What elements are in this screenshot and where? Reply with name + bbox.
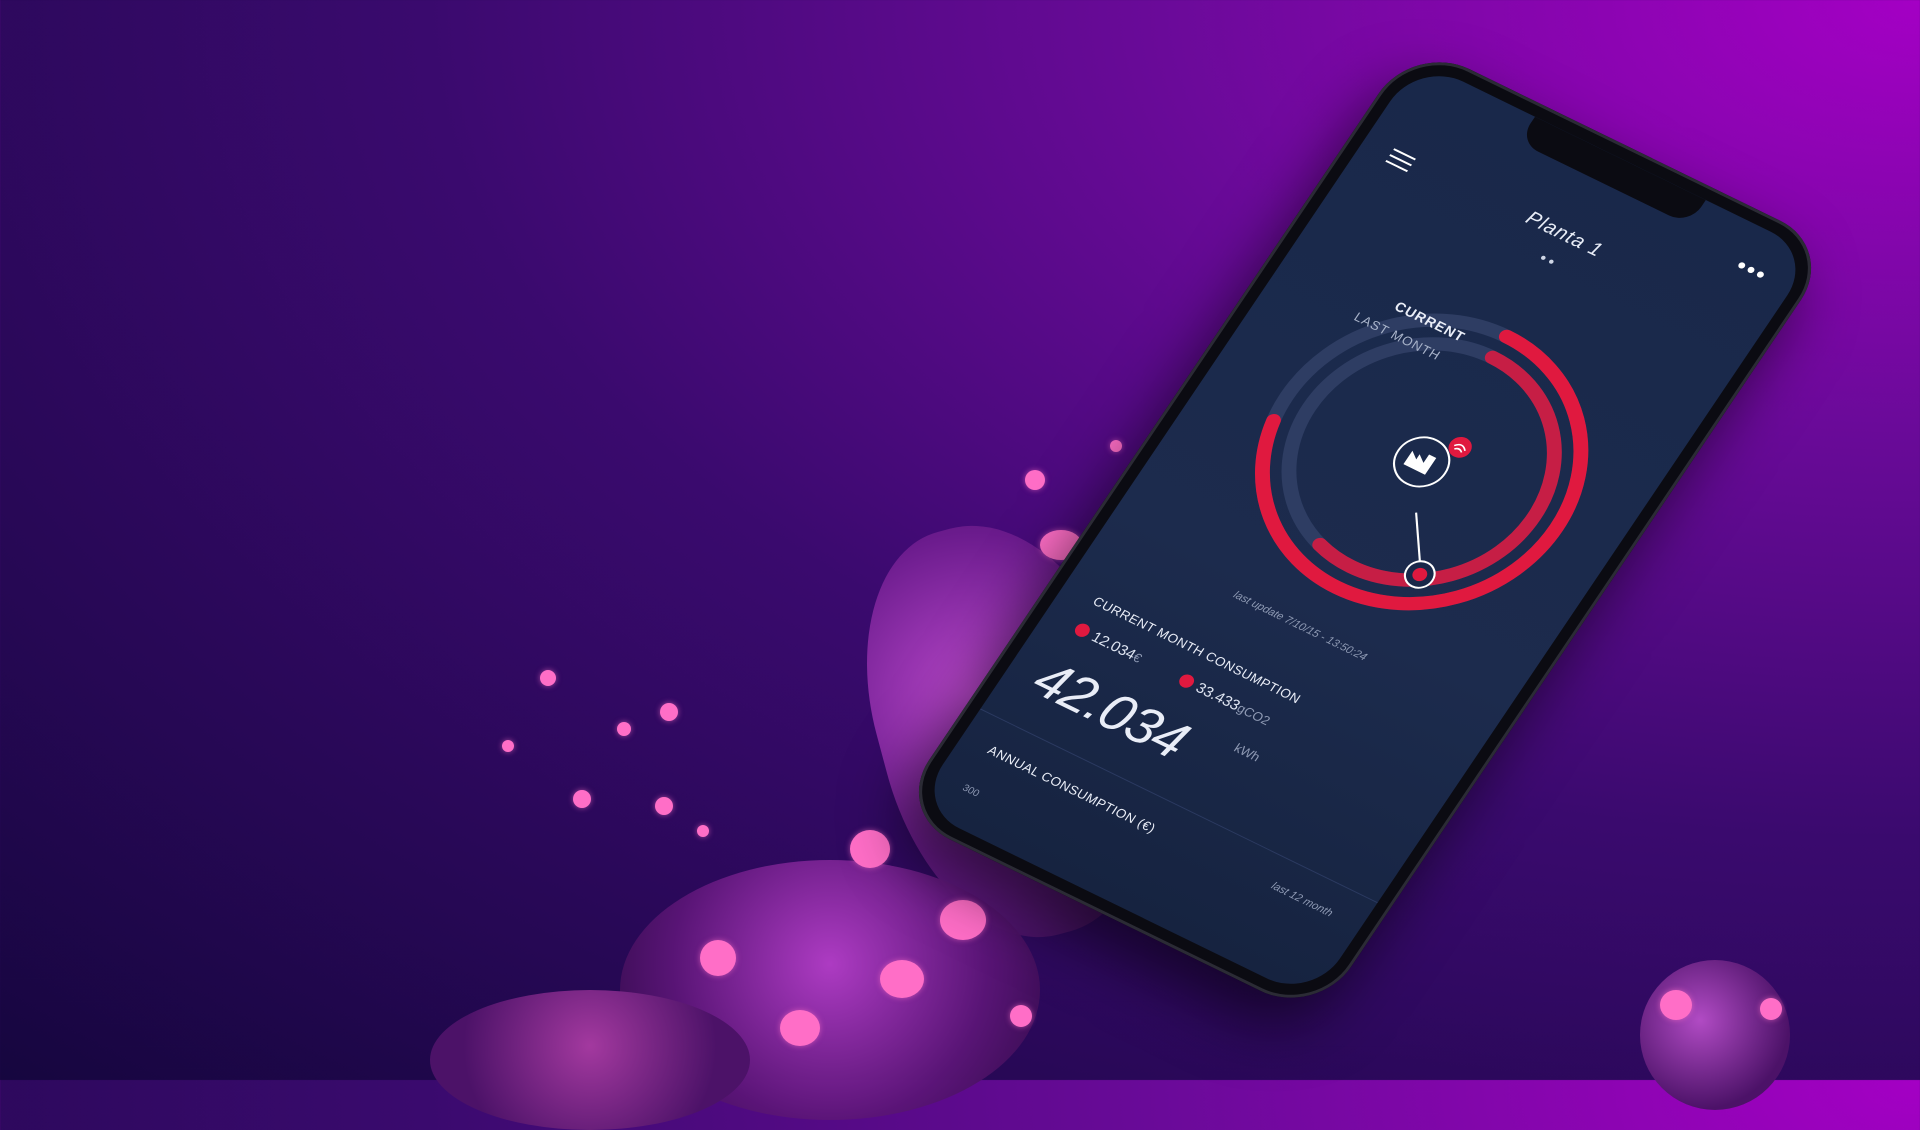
sculpture-spot (850, 830, 890, 868)
factory-shape (1403, 450, 1437, 475)
sculpture-spot (780, 1010, 820, 1046)
sculpture-spot (700, 940, 736, 976)
range-label[interactable]: last 12 month (1269, 880, 1335, 919)
droplet (540, 670, 556, 686)
euro-icon (1072, 621, 1093, 640)
droplet (573, 790, 591, 808)
droplet (697, 825, 709, 837)
energy-unit: kWh (1231, 740, 1264, 765)
annual-title: ANNUAL CONSUMPTION (€) (984, 742, 1159, 836)
sculpture-blob (1640, 960, 1790, 1110)
droplet (1110, 440, 1122, 452)
energy-value: 42.034 (1022, 649, 1200, 770)
cloud-icon (1176, 672, 1197, 691)
sculpture-blob (430, 990, 750, 1130)
sculpture-spot (880, 960, 924, 998)
co2-unit: gCO2 (1234, 700, 1274, 729)
droplet (1025, 470, 1045, 490)
sculpture-spot (940, 900, 986, 940)
more-horizontal-icon[interactable]: ••• (1730, 253, 1773, 290)
droplet (655, 797, 673, 815)
droplet (660, 703, 678, 721)
gauge-needle (1415, 512, 1422, 564)
droplet (617, 722, 631, 736)
droplet (502, 740, 514, 752)
droplet (1760, 998, 1782, 1020)
sculpture-spot (1660, 990, 1692, 1020)
droplet (1010, 1005, 1032, 1027)
axis-tick: 300 (960, 782, 982, 800)
